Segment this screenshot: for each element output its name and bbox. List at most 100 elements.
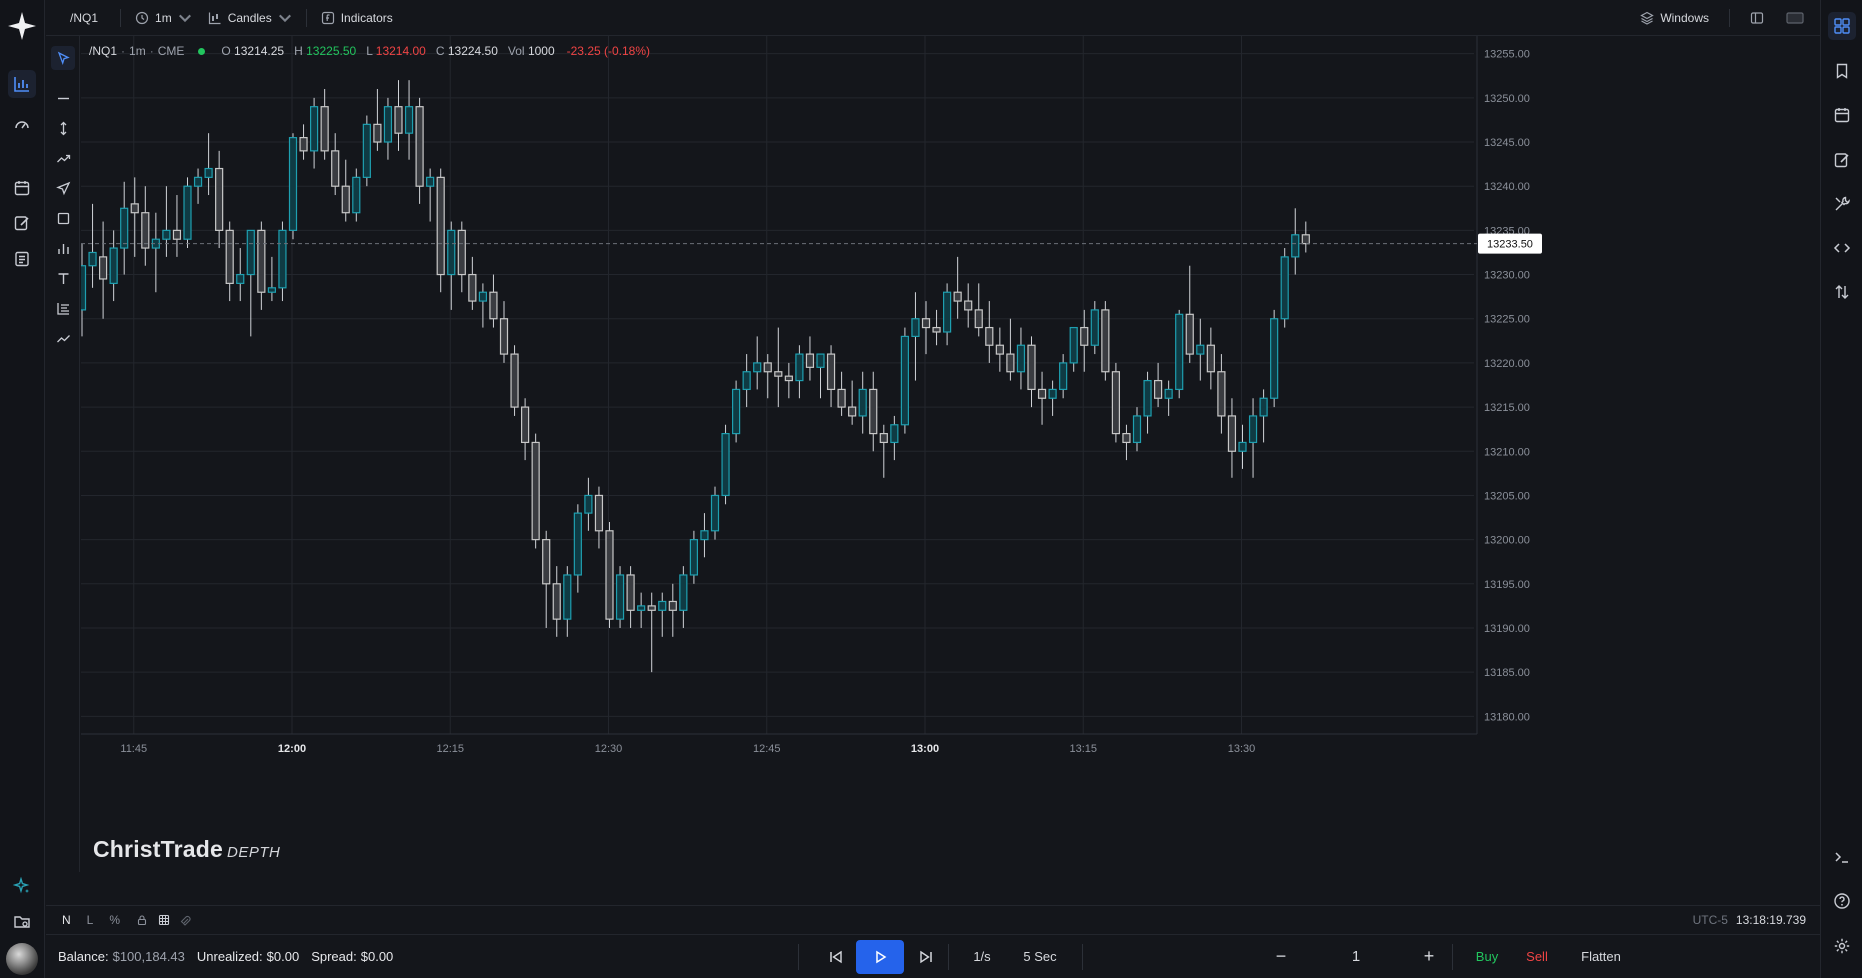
tools-panel-button[interactable] <box>1828 190 1856 218</box>
star-logo-icon[interactable] <box>6 10 38 42</box>
path-tool[interactable] <box>51 326 75 350</box>
fib-tool[interactable] <box>51 296 75 320</box>
magnet-icon <box>180 915 191 926</box>
trend-line-tool[interactable] <box>51 146 75 170</box>
timezone-label[interactable]: UTC-5 <box>1693 913 1728 927</box>
price-axis-label: 13215.00 <box>1484 402 1530 414</box>
calendar-panel-button[interactable] <box>1828 101 1856 129</box>
candle-body <box>1006 353 1015 373</box>
candle-body <box>510 353 519 408</box>
code-panel-button[interactable] <box>1828 234 1856 262</box>
rectangle-tool[interactable] <box>51 206 75 230</box>
candle-body <box>141 212 150 249</box>
candle-body <box>900 335 910 426</box>
playback-speed-selector[interactable]: 1/s <box>962 940 1002 974</box>
candle-body <box>1280 256 1289 320</box>
lock-scale-toggle[interactable] <box>128 914 156 926</box>
indicators-button[interactable]: Indicators <box>313 5 401 31</box>
candle-body <box>1259 397 1268 417</box>
symbol-selector[interactable]: /NQ1 <box>46 5 114 31</box>
horizontal-line-tool[interactable] <box>51 86 75 110</box>
log-scale-toggle[interactable]: L <box>79 913 102 927</box>
candle-body <box>162 229 171 240</box>
candle-body <box>1238 441 1247 452</box>
candle-body <box>869 388 878 435</box>
journal-button[interactable] <box>8 209 36 237</box>
chart-area[interactable]: 13255.00 13250.00 13245.00 13240.00 13235.00… <box>81 36 1820 872</box>
buy-button[interactable]: Buy <box>1462 940 1512 974</box>
chevron-down-icon <box>278 14 291 22</box>
sell-button[interactable]: Sell <box>1514 940 1560 974</box>
volume-profile-tool[interactable] <box>51 236 75 260</box>
candle-body <box>394 106 403 134</box>
edit-note-icon <box>14 216 29 231</box>
price-axis-label: 13180.00 <box>1484 711 1530 723</box>
candle-body <box>1027 344 1036 391</box>
interval-selector[interactable]: 1m <box>127 5 200 31</box>
candle-body <box>605 530 614 620</box>
price-axis-label: 13220.00 <box>1484 358 1530 370</box>
ai-assistant-button[interactable] <box>8 872 36 900</box>
order-flow-button[interactable] <box>1828 278 1856 306</box>
candle-body <box>236 273 245 284</box>
qty-increase-button[interactable]: + <box>1414 940 1444 974</box>
layout-grid-button[interactable] <box>1828 12 1856 40</box>
symbol-label: /NQ1 <box>70 10 99 25</box>
avatar[interactable] <box>6 943 38 975</box>
drawing-toolbar <box>46 36 80 872</box>
calendar-button[interactable] <box>8 174 36 202</box>
qty-decrease-button[interactable]: − <box>1266 940 1296 974</box>
ray-tool[interactable] <box>51 176 75 200</box>
candle-body <box>742 371 751 391</box>
candle-body <box>1037 388 1047 399</box>
gauge-icon <box>15 121 29 129</box>
normal-scale-toggle[interactable]: N <box>46 913 79 927</box>
candle-body <box>816 353 825 368</box>
help-button[interactable] <box>1828 887 1856 915</box>
candle-body <box>1090 309 1099 346</box>
bookmark-button[interactable] <box>1828 57 1856 85</box>
text-tool[interactable] <box>51 266 75 290</box>
chart-view-button[interactable] <box>8 70 36 98</box>
toggle-sidebar-button[interactable] <box>1742 5 1772 31</box>
candle-body <box>647 605 656 611</box>
time-axis-label: 13:30 <box>1228 743 1256 755</box>
step-back-button[interactable] <box>816 940 856 974</box>
bottom-divider <box>948 943 949 970</box>
candle-body <box>763 362 772 373</box>
unrealized-display: Unrealized: $0.00 <box>196 949 300 964</box>
quantity-input[interactable]: 1 <box>1326 940 1386 974</box>
toggle-panel-button[interactable] <box>1778 5 1812 31</box>
grid-toggle[interactable] <box>156 914 178 926</box>
terminal-button[interactable] <box>1828 843 1856 871</box>
grid-icon <box>1834 18 1850 34</box>
spread-value: $0.00 <box>360 949 394 964</box>
chart-type-selector[interactable]: Candles <box>200 5 300 31</box>
windows-button[interactable]: Windows <box>1632 5 1717 31</box>
step-forward-button[interactable] <box>906 940 946 974</box>
trend-arrow-icon <box>56 334 70 342</box>
candle-body <box>447 229 456 276</box>
candle-body <box>310 106 319 152</box>
legend-change: -23.25 (-0.18%) <box>566 44 651 58</box>
candle-body <box>1153 379 1163 399</box>
notes-button[interactable] <box>8 245 36 273</box>
candle-body <box>320 106 329 152</box>
candle-body <box>1217 371 1226 417</box>
bars-icon <box>57 243 69 254</box>
cursor-tool[interactable] <box>51 46 75 70</box>
candle-body <box>172 229 182 240</box>
gauge-button[interactable] <box>8 110 36 138</box>
magnet-toggle[interactable] <box>178 914 200 926</box>
settings-button[interactable] <box>1828 932 1856 960</box>
candlestick-chart[interactable]: 13255.0013250.0013245.0013240.0013235.00… <box>81 36 1820 872</box>
play-button[interactable] <box>856 939 904 974</box>
right-rail <box>1820 0 1862 978</box>
percent-scale-toggle[interactable]: % <box>101 913 128 927</box>
flatten-button[interactable]: Flatten <box>1566 940 1636 974</box>
price-axis-label: 13195.00 <box>1484 579 1530 591</box>
notes-panel-button[interactable] <box>1828 146 1856 174</box>
folder-settings-button[interactable] <box>8 908 36 936</box>
step-interval-selector[interactable]: 5 Sec <box>1012 940 1068 974</box>
vertical-measure-tool[interactable] <box>51 116 75 140</box>
